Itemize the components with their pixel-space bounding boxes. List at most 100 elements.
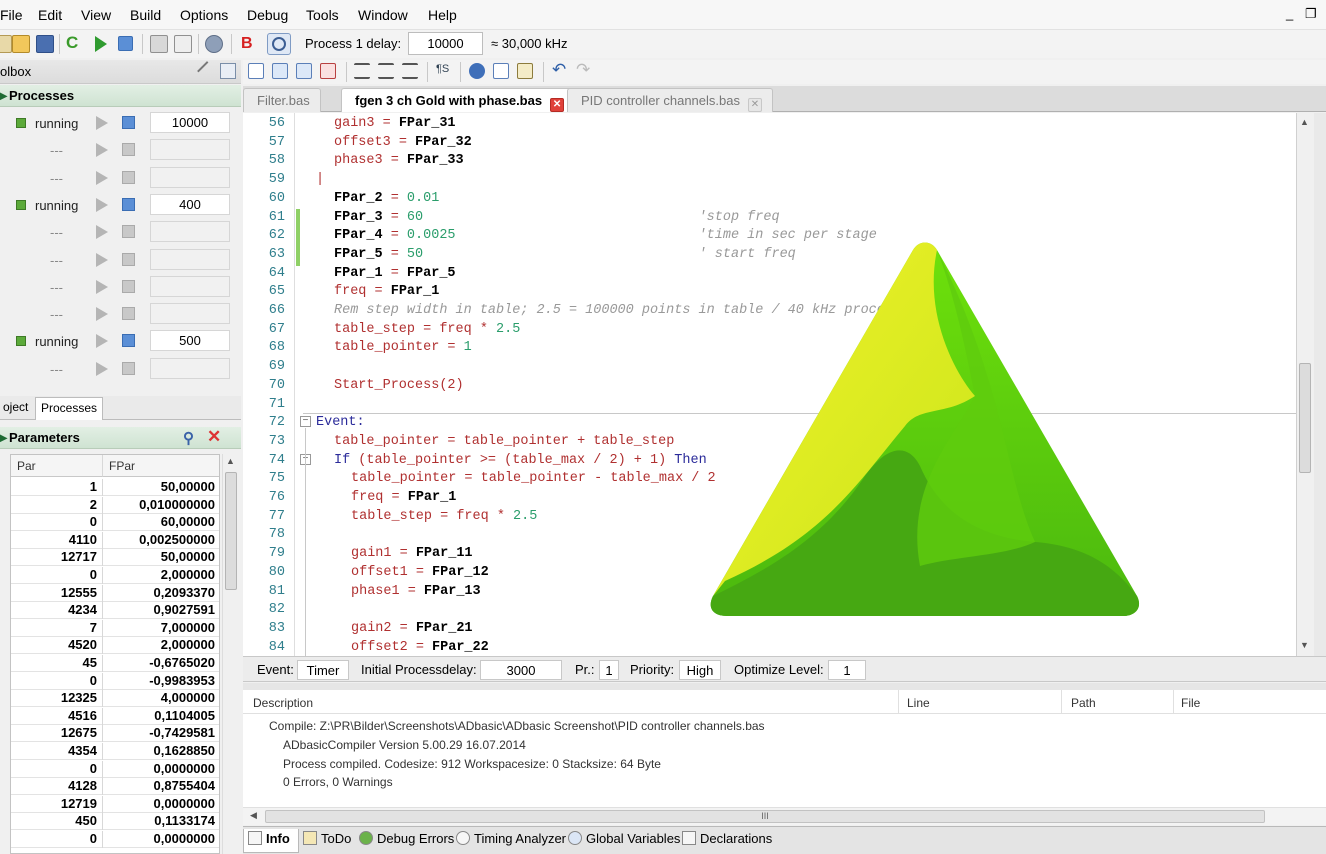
column-header-fpar[interactable]: FPar <box>103 455 219 477</box>
play-icon[interactable] <box>96 279 108 294</box>
play-icon[interactable] <box>96 334 108 349</box>
tab-global-variables[interactable]: Global Variables <box>568 831 680 846</box>
dock-icon[interactable] <box>220 63 236 79</box>
code-editor[interactable]: − − 56gain3 = FPar_3157offset3 = FPar_32… <box>243 113 1297 656</box>
editor-scrollbar[interactable]: ▲ ▼ <box>1297 113 1314 656</box>
play-icon[interactable] <box>96 170 108 185</box>
play-icon[interactable] <box>96 225 108 240</box>
code-line[interactable]: 61 FPar_3 = 60 'stop freq <box>243 210 1296 229</box>
info-icon[interactable] <box>469 63 485 79</box>
close-icon[interactable]: ✕ <box>207 427 221 447</box>
parameter-row[interactable]: 7 7,000000 <box>11 619 219 637</box>
play-icon[interactable] <box>96 307 108 322</box>
parameter-row[interactable]: 0 0,0000000 <box>11 830 219 848</box>
parameter-row[interactable]: 2 0,010000000 <box>11 496 219 514</box>
play-icon[interactable] <box>96 361 108 376</box>
scroll-down-icon[interactable]: ▼ <box>1300 640 1309 650</box>
stop-icon[interactable] <box>122 143 135 157</box>
open-folder-icon[interactable] <box>12 35 30 53</box>
priority-value[interactable]: High <box>679 660 721 680</box>
stop-icon[interactable] <box>122 197 135 211</box>
scroll-thumb[interactable] <box>1299 363 1311 473</box>
start-icon[interactable] <box>95 36 107 52</box>
stop-icon[interactable] <box>122 279 135 293</box>
scroll-up-icon[interactable]: ▲ <box>226 456 235 466</box>
code-line[interactable]: 59 | <box>243 172 1296 191</box>
bookmark-prev-icon[interactable] <box>272 63 288 79</box>
menu-build[interactable]: Build <box>130 7 161 23</box>
process-delay-field[interactable] <box>150 221 230 243</box>
column-line[interactable]: Line <box>907 696 930 710</box>
parameters-collapse-icon[interactable]: ▸ <box>0 429 7 446</box>
process-delay-field[interactable] <box>150 303 230 325</box>
tab-pid-controller[interactable]: PID controller channels.bas ✕ <box>567 88 773 112</box>
bookmark-clear-icon[interactable] <box>320 63 336 79</box>
scroll-thumb[interactable] <box>225 472 237 590</box>
indent-icon[interactable] <box>354 63 370 79</box>
tab-processes[interactable]: Processes <box>35 397 104 420</box>
parameter-row[interactable]: 1 50,00000 <box>11 478 219 496</box>
parameter-row[interactable]: 0 0,0000000 <box>11 760 219 778</box>
parameter-row[interactable]: 4110 0,002500000 <box>11 531 219 549</box>
tab-info[interactable]: Info <box>248 831 290 846</box>
code-line[interactable]: 84 offset2 = FPar_22 <box>243 640 1296 656</box>
menu-tools[interactable]: Tools <box>306 7 339 23</box>
parameter-row[interactable]: 12717 50,00000 <box>11 548 219 567</box>
stop-icon[interactable] <box>122 307 135 321</box>
parameter-row[interactable]: 0 -0,9983953 <box>11 672 219 690</box>
play-icon[interactable] <box>96 143 108 158</box>
process-row[interactable]: --- <box>0 274 241 301</box>
boot-button[interactable]: B <box>241 35 253 53</box>
output-hscrollbar[interactable]: ◀ III <box>243 807 1326 825</box>
hardware-icon[interactable] <box>205 35 223 53</box>
play-icon[interactable] <box>96 197 108 212</box>
code-line[interactable]: 57 offset3 = FPar_32 <box>243 135 1296 154</box>
process-row[interactable]: --- <box>0 356 241 383</box>
code-line[interactable]: 60 FPar_2 = 0.01 <box>243 191 1296 210</box>
code-line[interactable]: 58 phase3 = FPar_33 <box>243 153 1296 172</box>
bookmark-icon[interactable] <box>248 63 264 79</box>
menu-help[interactable]: Help <box>428 7 457 23</box>
scroll-thumb[interactable]: III <box>265 810 1265 823</box>
process-row[interactable]: --- <box>0 165 241 192</box>
stop-icon[interactable] <box>122 361 135 375</box>
save-icon[interactable] <box>36 35 54 53</box>
process-row[interactable]: --- <box>0 137 241 164</box>
process-delay-field[interactable] <box>150 166 230 188</box>
menu-view[interactable]: View <box>81 7 111 23</box>
play-icon[interactable] <box>96 116 108 130</box>
process-delay-field[interactable]: 400 <box>150 193 230 215</box>
parameter-scrollbar[interactable]: ▲ <box>222 454 239 854</box>
stop-icon[interactable] <box>122 116 135 129</box>
tab-close-icon[interactable]: ✕ <box>747 98 762 112</box>
document-icon[interactable] <box>493 63 509 79</box>
parameter-row[interactable]: 12719 0,0000000 <box>11 795 219 813</box>
parameter-row[interactable]: 4516 0,1104005 <box>11 707 219 725</box>
event-value[interactable]: Timer <box>297 660 349 680</box>
restore-button[interactable]: ❐ <box>1305 6 1317 22</box>
process-delay-field[interactable]: 500 <box>150 330 230 352</box>
search-icon[interactable]: ⚲ <box>183 429 194 447</box>
print-preview-icon[interactable] <box>174 35 192 53</box>
tab-todo[interactable]: ToDo <box>303 831 351 846</box>
tab-timing-analyzer[interactable]: Timing Analyzer <box>456 831 566 846</box>
format-icon[interactable] <box>402 63 418 79</box>
process-row[interactable]: --- <box>0 219 241 246</box>
parameter-row[interactable]: 12325 4,000000 <box>11 689 219 708</box>
scroll-up-icon[interactable]: ▲ <box>1300 117 1309 127</box>
tab-declarations[interactable]: Declarations <box>682 831 772 846</box>
menu-options[interactable]: Options <box>180 7 228 23</box>
process-row[interactable]: --- <box>0 247 241 274</box>
stop-icon[interactable] <box>122 334 135 348</box>
process-delay-field[interactable] <box>150 248 230 270</box>
process-delay-field[interactable]: 10000 <box>150 112 230 133</box>
stop-icon[interactable] <box>122 170 135 184</box>
print-icon[interactable] <box>150 35 168 53</box>
priority-number-value[interactable]: 1 <box>599 660 619 680</box>
parameter-row[interactable]: 450 0,1133174 <box>11 812 219 831</box>
code-line[interactable]: 56 gain3 = FPar_31 <box>243 116 1296 135</box>
parameter-row[interactable]: 45 -0,6765020 <box>11 654 219 672</box>
comment-icon[interactable]: ¶S <box>436 63 449 75</box>
compile-icon[interactable]: C <box>66 33 78 53</box>
redo-icon[interactable]: ↷ <box>576 60 590 80</box>
